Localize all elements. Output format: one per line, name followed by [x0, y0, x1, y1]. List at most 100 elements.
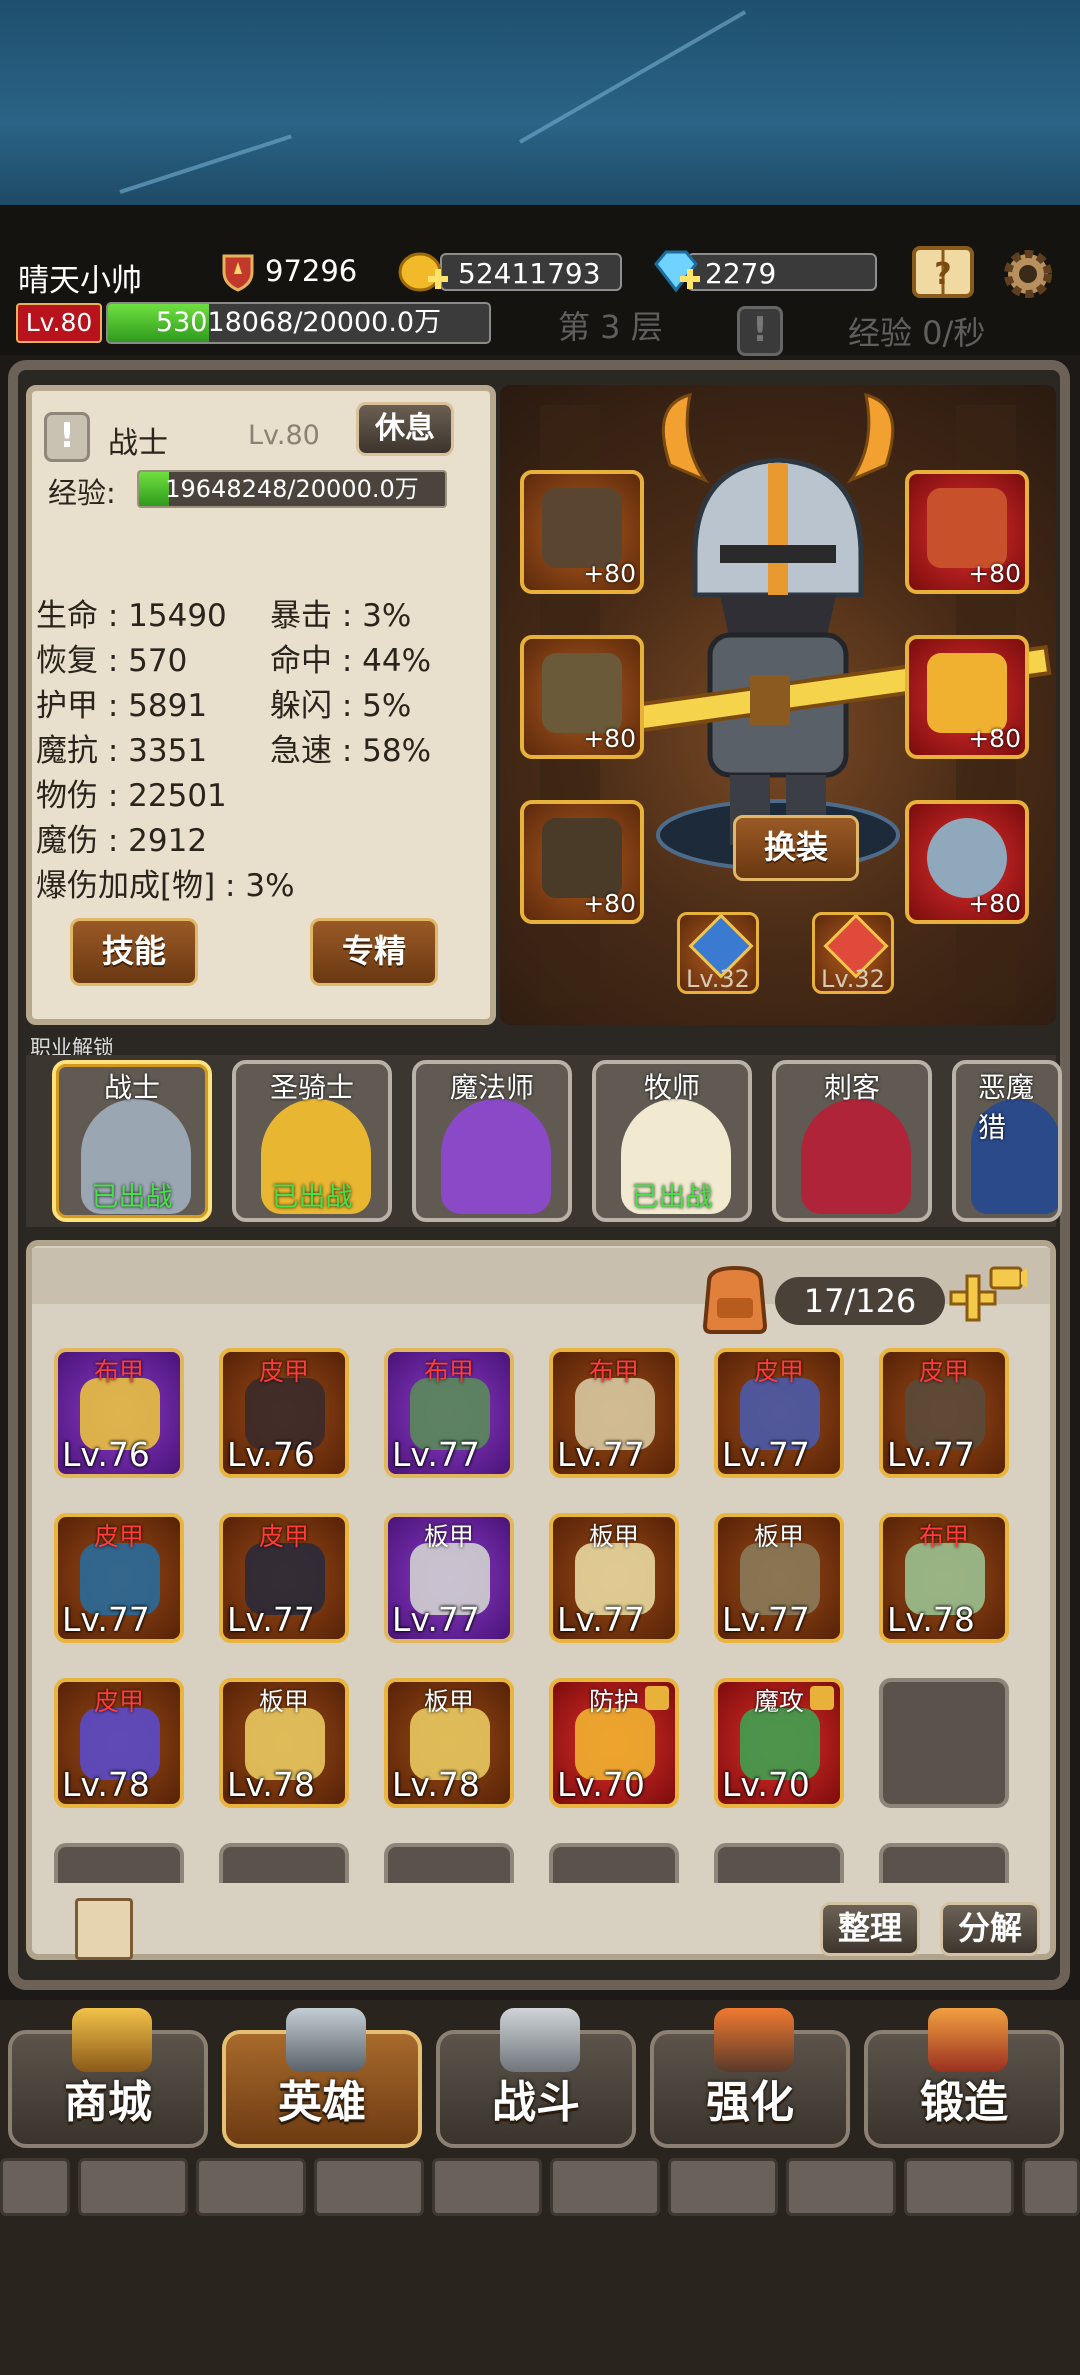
item-level-label: Lv.78 [392, 1765, 480, 1804]
inventory-item[interactable]: 布甲 Lv.77 [384, 1348, 514, 1478]
gold-pill: 52411793 [440, 253, 622, 291]
equip-slot-chest[interactable]: +80 [520, 635, 644, 759]
item-type-label: 板甲 [588, 1522, 639, 1551]
item-level-label: Lv.70 [557, 1765, 645, 1804]
lock-icon [810, 1686, 834, 1710]
boots-icon [542, 818, 622, 898]
item-level-label: Lv.78 [227, 1765, 315, 1804]
nav-enhance[interactable]: 强化 [650, 2008, 850, 2148]
inventory-item[interactable]: 皮甲 Lv.77 [879, 1348, 1009, 1478]
codex-book-icon[interactable] [75, 1898, 133, 1960]
stone-wall [904, 2158, 1014, 2216]
inventory-item[interactable]: 布甲 Lv.76 [54, 1348, 184, 1478]
inventory-item[interactable]: 皮甲 Lv.77 [219, 1513, 349, 1643]
lock-icon [645, 1686, 669, 1710]
inventory-item[interactable]: 皮甲 Lv.77 [54, 1513, 184, 1643]
expand-inventory-icon[interactable] [945, 1262, 1027, 1332]
nav-battle[interactable]: 战斗 [436, 2008, 636, 2148]
class-card-demon-hunter[interactable]: 恶魔猎 [952, 1060, 1062, 1222]
helmet-icon [542, 488, 622, 568]
nav-shop[interactable]: 商城 [8, 2008, 208, 2148]
assassin-portrait [801, 1099, 911, 1214]
power-shield-icon [218, 252, 258, 292]
item-level-label: Lv.78 [62, 1765, 150, 1804]
equip-slot-ring[interactable]: +80 [905, 800, 1029, 924]
item-type-label: 布甲 [918, 1522, 969, 1551]
class-card-warrior[interactable]: 战士 已出战 [52, 1060, 212, 1222]
inventory-empty-slot[interactable] [219, 1843, 349, 1883]
sky-background [0, 0, 1080, 205]
inventory-item[interactable]: 布甲 Lv.77 [549, 1348, 679, 1478]
hero-class-name: 战士 [108, 426, 168, 461]
backpack-icon [695, 1262, 775, 1336]
stat-armor: 护甲 : 5891 [36, 688, 208, 724]
inventory-empty-slot[interactable] [549, 1843, 679, 1883]
inventory-empty-slot[interactable] [879, 1843, 1009, 1883]
inventory-item[interactable]: 板甲 Lv.77 [549, 1513, 679, 1643]
inventory-empty-slot[interactable] [879, 1678, 1009, 1808]
item-type-label: 皮甲 [258, 1357, 309, 1386]
item-level-label: Lv.77 [722, 1435, 810, 1474]
stone-wall [314, 2158, 424, 2216]
stone-wall [1022, 2158, 1080, 2216]
nav-forge[interactable]: 锻造 [864, 2008, 1064, 2148]
viking-helmet-icon [286, 2008, 366, 2072]
quest-book-icon[interactable]: ? [910, 242, 976, 302]
hero-alert-icon[interactable]: ! [44, 412, 90, 462]
skills-button[interactable]: 技能 [70, 918, 198, 986]
equip-slot-boots[interactable]: +80 [520, 800, 644, 924]
inventory-item[interactable]: 板甲 Lv.77 [714, 1513, 844, 1643]
item-level-label: Lv.76 [62, 1435, 150, 1474]
inventory-item[interactable]: 板甲 Lv.78 [219, 1678, 349, 1808]
inventory-empty-slot[interactable] [384, 1843, 514, 1883]
item-type-label: 布甲 [93, 1357, 144, 1386]
sword-icon [927, 653, 1007, 733]
inventory-item[interactable]: 皮甲 Lv.77 [714, 1348, 844, 1478]
treasure-chest-icon [72, 2008, 152, 2072]
crossed-swords-icon [500, 2008, 580, 2072]
class-card-paladin[interactable]: 圣骑士 已出战 [232, 1060, 392, 1222]
class-card-mage[interactable]: 魔法师 [412, 1060, 572, 1222]
player-name[interactable]: 晴天小帅 [18, 255, 142, 300]
inventory-item[interactable]: 板甲 Lv.77 [384, 1513, 514, 1643]
class-card-assassin[interactable]: 刺客 [772, 1060, 932, 1222]
equip-slot-weapon[interactable]: +80 [905, 635, 1029, 759]
inventory-empty-slot[interactable] [714, 1843, 844, 1883]
gem-slot-blue[interactable]: Lv.32 [677, 912, 759, 994]
exp-rate-label: 经验 0/秒 [848, 314, 986, 352]
item-level-label: Lv.77 [557, 1435, 645, 1474]
item-level-label: Lv.77 [227, 1600, 315, 1639]
gem-slot-red[interactable]: Lv.32 [812, 912, 894, 994]
settings-gear-icon[interactable] [998, 244, 1058, 304]
item-type-label: 布甲 [588, 1357, 639, 1386]
gold-add-icon[interactable] [398, 246, 450, 298]
change-outfit-button[interactable]: 换装 [733, 815, 859, 881]
rest-button[interactable]: 休息 [356, 402, 454, 456]
equip-slot-horn[interactable]: +80 [905, 470, 1029, 594]
item-type-label: 皮甲 [93, 1687, 144, 1716]
inventory-item[interactable]: 防护 Lv.70 [549, 1678, 679, 1808]
warning-icon[interactable]: ! [737, 306, 783, 356]
stone-wall [196, 2158, 306, 2216]
hero-exp-bar: 19648248/20000.0万 [137, 470, 447, 508]
decompose-button[interactable]: 分解 [940, 1902, 1040, 1956]
inventory-item[interactable]: 板甲 Lv.78 [384, 1678, 514, 1808]
class-card-priest[interactable]: 牧师 已出战 [592, 1060, 752, 1222]
nav-hero[interactable]: 英雄 [222, 2008, 422, 2148]
sort-button[interactable]: 整理 [820, 1902, 920, 1956]
inventory-item[interactable]: 布甲 Lv.78 [879, 1513, 1009, 1643]
specialization-button[interactable]: 专精 [310, 918, 438, 986]
inventory-item[interactable]: 皮甲 Lv.76 [219, 1348, 349, 1478]
diamond-add-icon[interactable] [650, 246, 702, 298]
player-level-badge: Lv.80 [16, 303, 102, 343]
item-level-label: Lv.77 [887, 1435, 975, 1474]
item-level-label: Lv.70 [722, 1765, 810, 1804]
inventory-item[interactable]: 皮甲 Lv.78 [54, 1678, 184, 1808]
stone-wall [78, 2158, 188, 2216]
inventory-empty-slot[interactable] [54, 1843, 184, 1883]
inventory-item[interactable]: 魔攻 Lv.70 [714, 1678, 844, 1808]
stat-magic-damage: 魔伤 : 2912 [36, 823, 208, 859]
item-level-label: Lv.77 [392, 1600, 480, 1639]
equip-slot-helmet[interactable]: +80 [520, 470, 644, 594]
item-type-label: 皮甲 [918, 1357, 969, 1386]
